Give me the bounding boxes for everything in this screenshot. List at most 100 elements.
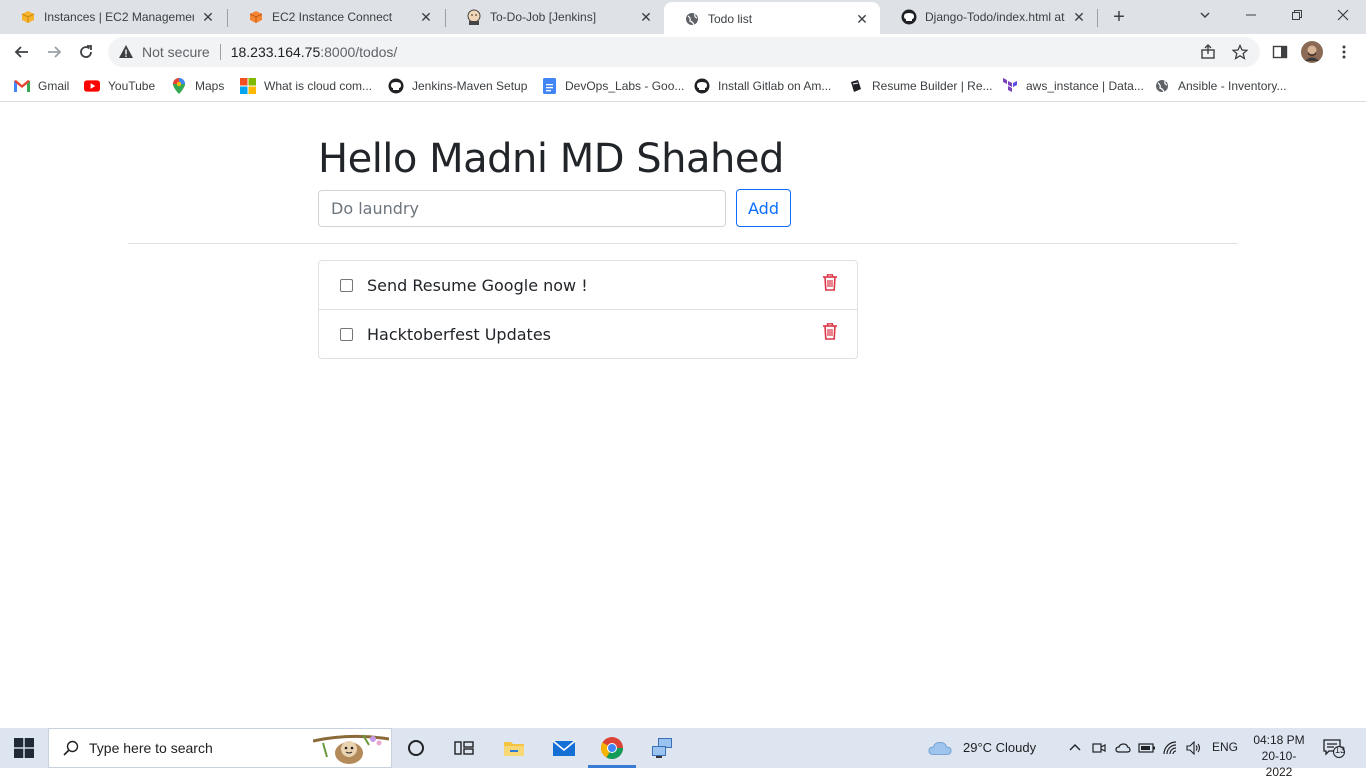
maps-icon bbox=[171, 78, 187, 94]
search-highlight-sloth-icon bbox=[312, 731, 390, 767]
clock-time: 04:18 PM bbox=[1253, 733, 1305, 747]
bookmark-jenkins-maven[interactable]: Jenkins-Maven Setup bbox=[388, 76, 527, 96]
terraform-icon bbox=[1002, 78, 1018, 94]
github-icon bbox=[694, 78, 710, 94]
tab-close-icon[interactable]: ✕ bbox=[638, 9, 654, 25]
forward-button[interactable] bbox=[42, 40, 66, 64]
notifications-icon[interactable]: 13 bbox=[1322, 736, 1346, 760]
tab-title: To-Do-Job [Jenkins] bbox=[490, 10, 597, 24]
share-icon[interactable] bbox=[1196, 40, 1220, 64]
bookmark-aws-instance[interactable]: aws_instance | Data... bbox=[1002, 76, 1144, 96]
aws-cube-icon bbox=[20, 9, 36, 25]
windows-taskbar: Type here to search 29°C Cloudy ENG 04:1… bbox=[0, 728, 1366, 779]
tab-close-icon[interactable]: ✕ bbox=[854, 11, 870, 27]
globe-icon bbox=[684, 11, 700, 27]
weather-text[interactable]: 29°C Cloudy bbox=[963, 740, 1036, 755]
tab-title: Todo list bbox=[708, 12, 753, 26]
bookmark-resume-builder[interactable]: Resume Builder | Re... bbox=[848, 76, 993, 96]
tab-close-icon[interactable]: ✕ bbox=[200, 9, 216, 25]
tab-jenkins[interactable]: To-Do-Job [Jenkins] ✕ bbox=[446, 0, 664, 34]
wifi-icon[interactable] bbox=[1159, 736, 1183, 760]
clock-date: 20-10-2022 bbox=[1261, 749, 1297, 779]
page-content: Hello Madni MD Shahed Add Send Resume Go… bbox=[0, 103, 1366, 728]
tab-search-chevron-icon[interactable] bbox=[1193, 5, 1217, 27]
tab-title: Django-Todo/index.html at d bbox=[925, 10, 1065, 24]
bookmark-devops-labs[interactable]: DevOps_Labs - Goo... bbox=[541, 76, 684, 96]
tab-close-icon[interactable]: ✕ bbox=[418, 9, 434, 25]
windows-start-icon[interactable] bbox=[14, 738, 34, 758]
mail-icon[interactable] bbox=[552, 736, 576, 760]
github-icon bbox=[901, 9, 917, 25]
todo-input[interactable] bbox=[318, 190, 726, 227]
list-item: Hacktoberfest Updates bbox=[319, 310, 857, 358]
bookmark-gmail[interactable]: Gmail bbox=[14, 76, 69, 96]
gmail-icon bbox=[14, 78, 30, 94]
back-button[interactable] bbox=[10, 40, 34, 64]
todo-list: Send Resume Google now ! Hacktoberfest U… bbox=[318, 260, 858, 359]
bookmarks-bar: Gmail YouTube Maps What is cloud com... … bbox=[0, 70, 1366, 102]
bookmark-youtube[interactable]: YouTube bbox=[84, 76, 155, 96]
microsoft-icon bbox=[240, 78, 256, 94]
minimize-button[interactable] bbox=[1239, 5, 1263, 27]
url-path: :8000/todos/ bbox=[320, 44, 398, 60]
meet-now-icon[interactable] bbox=[1087, 736, 1111, 760]
page-title: Hello Madni MD Shahed bbox=[318, 136, 784, 182]
remote-desktop-icon[interactable] bbox=[650, 736, 674, 760]
bookmark-what-is-cloud[interactable]: What is cloud com... bbox=[240, 76, 372, 96]
search-placeholder: Type here to search bbox=[89, 740, 213, 756]
trash-icon[interactable] bbox=[822, 322, 838, 340]
bookmark-maps[interactable]: Maps bbox=[171, 76, 224, 96]
globe-icon bbox=[1154, 78, 1170, 94]
volume-icon[interactable] bbox=[1182, 736, 1206, 760]
add-button[interactable]: Add bbox=[736, 189, 791, 227]
task-view-icon[interactable] bbox=[452, 736, 476, 760]
menu-kebab-icon[interactable] bbox=[1332, 40, 1356, 64]
jenkins-icon bbox=[466, 9, 482, 25]
onedrive-icon[interactable] bbox=[1111, 736, 1135, 760]
aws-cube-icon bbox=[248, 9, 264, 25]
tab-close-icon[interactable]: ✕ bbox=[1071, 9, 1087, 25]
todo-checkbox[interactable] bbox=[340, 327, 353, 341]
chrome-icon[interactable] bbox=[600, 736, 624, 760]
taskbar-search[interactable]: Type here to search bbox=[48, 728, 392, 768]
cortana-icon[interactable] bbox=[404, 736, 428, 760]
url-host: 18.233.164.75 bbox=[230, 44, 321, 60]
tab-github-django-todo[interactable]: Django-Todo/index.html at d ✕ bbox=[881, 0, 1097, 34]
todo-text: Hacktoberfest Updates bbox=[367, 324, 551, 344]
close-window-button[interactable] bbox=[1331, 5, 1355, 27]
language-indicator[interactable]: ENG bbox=[1212, 740, 1238, 754]
list-item: Send Resume Google now ! bbox=[319, 261, 857, 310]
bookmark-ansible[interactable]: Ansible - Inventory... bbox=[1154, 76, 1287, 96]
new-tab-button[interactable]: + bbox=[1108, 7, 1130, 29]
bookmark-install-gitlab[interactable]: Install Gitlab on Am... bbox=[694, 76, 831, 96]
cloudy-weather-icon[interactable] bbox=[928, 736, 952, 760]
search-icon bbox=[63, 740, 79, 756]
tab-title: Instances | EC2 Management bbox=[44, 10, 194, 24]
todo-checkbox[interactable] bbox=[340, 278, 353, 292]
tab-ec2-instance-connect[interactable]: EC2 Instance Connect ✕ bbox=[228, 0, 444, 34]
tab-title: EC2 Instance Connect bbox=[272, 10, 393, 24]
file-explorer-icon[interactable] bbox=[502, 736, 526, 760]
docs-icon bbox=[541, 78, 557, 94]
youtube-icon bbox=[84, 78, 100, 94]
resume-icon bbox=[848, 78, 864, 94]
github-icon bbox=[388, 78, 404, 94]
warning-icon[interactable] bbox=[118, 44, 134, 60]
bookmark-star-icon[interactable] bbox=[1228, 40, 1252, 64]
tab-ec2-instances[interactable]: Instances | EC2 Management ✕ bbox=[0, 0, 226, 34]
tab-strip: Instances | EC2 Management ✕ EC2 Instanc… bbox=[0, 0, 1366, 36]
clock[interactable]: 04:18 PM 20-10-2022 bbox=[1250, 732, 1308, 780]
chevron-up-icon[interactable] bbox=[1063, 736, 1087, 760]
reload-button[interactable] bbox=[74, 40, 98, 64]
trash-icon[interactable] bbox=[822, 273, 838, 291]
restore-button[interactable] bbox=[1285, 5, 1309, 27]
address-bar[interactable]: Not secure 18.233.164.75:8000/todos/ bbox=[108, 37, 1260, 67]
side-panel-icon[interactable] bbox=[1268, 40, 1292, 64]
divider bbox=[128, 243, 1238, 244]
notification-count: 13 bbox=[1334, 745, 1345, 755]
security-label: Not secure bbox=[142, 44, 210, 60]
profile-avatar[interactable] bbox=[1300, 40, 1324, 64]
todo-text: Send Resume Google now ! bbox=[367, 275, 588, 295]
battery-icon[interactable] bbox=[1135, 736, 1159, 760]
tab-todo-list[interactable]: Todo list ✕ bbox=[664, 2, 880, 36]
